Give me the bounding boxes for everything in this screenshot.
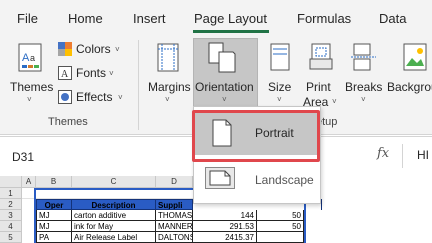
table-cell[interactable]: MJ [36, 221, 72, 232]
chevron-down-icon: ˅ [115, 45, 120, 54]
chevron-down-icon: ˅ [361, 95, 366, 104]
tab-file[interactable]: File [17, 11, 38, 26]
themes-group-label: Themes [48, 116, 88, 128]
chevron-down-icon: ˅ [277, 95, 282, 104]
column-header-c[interactable]: C [72, 176, 156, 188]
svg-text:A: A [22, 52, 30, 64]
fonts-label: Fonts [76, 66, 107, 80]
table-cell[interactable]: 50 [257, 221, 304, 232]
table-cell[interactable]: ink for May [72, 221, 156, 232]
column-header-b[interactable]: B [36, 176, 72, 188]
table-cell[interactable]: 50 [257, 210, 304, 221]
background-label: Backgrou [387, 80, 432, 94]
table-border [34, 188, 36, 243]
background-button[interactable]: Backgrou [386, 40, 432, 106]
table-cell[interactable]: MANNERS [156, 221, 193, 232]
table-cell[interactable]: 291.53 [193, 221, 257, 232]
row-header-2[interactable]: 2 [0, 199, 22, 210]
row-header-1[interactable]: 1 [0, 188, 22, 199]
orientation-icon [208, 42, 236, 73]
size-icon [270, 43, 290, 71]
breaks-label: Breaks [345, 80, 383, 94]
tab-data[interactable]: Data [379, 11, 406, 26]
tab-formulas[interactable]: Formulas [297, 11, 351, 26]
landscape-label: Landscape [255, 173, 314, 187]
chevron-down-icon: ˅ [109, 69, 114, 78]
colors-icon [58, 42, 72, 56]
table-header-cell[interactable]: Oper [36, 199, 72, 210]
fx-icon[interactable]: fx [377, 146, 389, 161]
row-header-4[interactable]: 4 [0, 221, 22, 232]
portrait-page-icon [212, 119, 232, 147]
breaks-icon [351, 43, 376, 71]
formula-bar-divider [402, 144, 403, 168]
table-cell[interactable] [257, 232, 304, 243]
table-header-cell[interactable]: Suppli [156, 199, 193, 210]
name-box[interactable]: D31 [8, 147, 92, 167]
orientation-label: Orientation [195, 80, 254, 94]
background-icon [403, 43, 427, 71]
themes-icon: A a [18, 43, 42, 72]
print-area-icon [309, 43, 333, 70]
chevron-down-icon: ˅ [27, 95, 32, 104]
table-cell[interactable]: 2415.37 [193, 232, 257, 243]
themes-label: Themes [10, 80, 54, 94]
print-area-button[interactable]: Print Area ˅ [302, 40, 340, 109]
orientation-menu: Portrait Landscape [193, 106, 321, 204]
colors-label: Colors [76, 42, 111, 56]
margins-button[interactable]: Margins ˅ [144, 40, 192, 106]
table-header-cell [321, 199, 322, 210]
svg-text:a: a [30, 53, 35, 63]
size-button[interactable]: Size ˅ [262, 40, 298, 106]
orientation-button[interactable]: Orientation ˅ [193, 38, 258, 108]
chevron-down-icon: ˅ [222, 95, 227, 104]
portrait-label: Portrait [255, 126, 294, 140]
table-cell[interactable]: 144 [193, 210, 257, 221]
tab-insert[interactable]: Insert [133, 11, 166, 26]
effects-icon [58, 90, 72, 104]
portrait-option[interactable]: Portrait [194, 111, 320, 155]
chevron-down-icon: ˅ [118, 93, 123, 102]
breaks-button[interactable]: Breaks ˅ [344, 40, 384, 106]
table-cell[interactable]: MJ [36, 210, 72, 221]
svg-text:A: A [61, 69, 69, 80]
column-header-a[interactable]: A [22, 176, 36, 188]
tab-page-layout[interactable]: Page Layout [194, 11, 267, 26]
table-cell[interactable]: carton additive [72, 210, 156, 221]
tab-home[interactable]: Home [68, 11, 103, 26]
row-header-5[interactable]: 5 [0, 232, 22, 243]
print-area-label-line1: Print [306, 80, 331, 94]
table-cell[interactable]: DALTONS [156, 232, 193, 243]
table-header-cell[interactable]: Description [72, 199, 156, 210]
column-header-d[interactable]: D [156, 176, 193, 188]
effects-button[interactable]: Effects ˅ [56, 89, 126, 107]
colors-button[interactable]: Colors ˅ [56, 41, 126, 59]
chevron-down-icon: ˅ [165, 95, 170, 104]
group-divider [138, 40, 139, 130]
effects-label: Effects [76, 90, 113, 104]
formula-input[interactable]: HI [417, 148, 429, 162]
margins-icon [157, 43, 179, 72]
table-cell[interactable]: Air Release Label [72, 232, 156, 243]
landscape-option[interactable]: Landscape [194, 159, 320, 203]
active-tab-indicator [193, 30, 269, 33]
table-cell[interactable]: THOMAS S [156, 210, 193, 221]
landscape-page-icon [205, 167, 235, 189]
fonts-icon: A [58, 66, 72, 80]
margins-label: Margins [148, 80, 191, 94]
table-cell[interactable]: PA [36, 232, 72, 243]
themes-button[interactable]: A a Themes ˅ [6, 40, 54, 106]
chevron-down-icon: ˅ [332, 97, 337, 106]
select-all-corner[interactable] [0, 176, 22, 188]
size-label: Size [268, 80, 292, 94]
row-header-3[interactable]: 3 [0, 210, 22, 221]
fonts-button[interactable]: A Fonts ˅ [56, 65, 126, 83]
ribbon-tab-bar: File Home Insert Page Layout Formulas Da… [0, 0, 432, 36]
